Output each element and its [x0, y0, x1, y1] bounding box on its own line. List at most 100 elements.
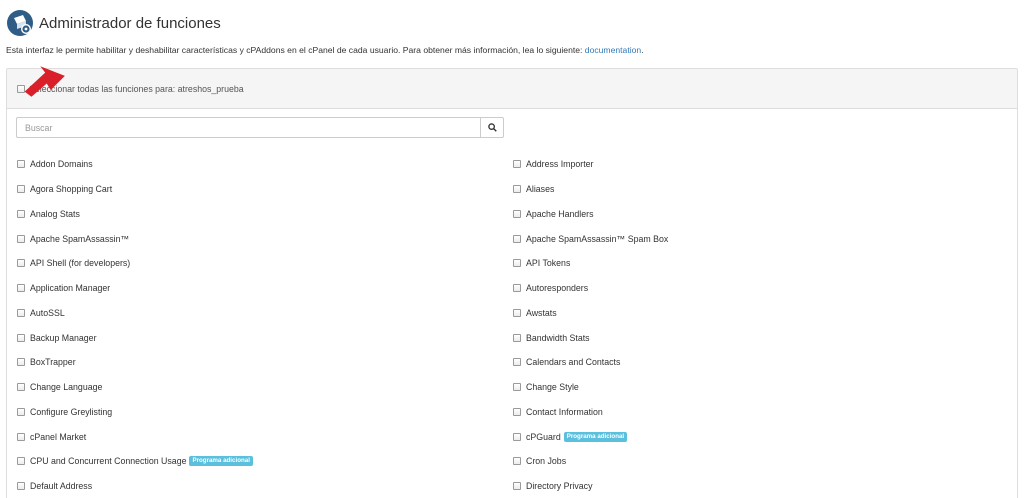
feature-label: API Shell (for developers) [30, 258, 131, 269]
feature-item[interactable]: Analog Stats [17, 202, 253, 227]
feature-label: Change Language [30, 382, 103, 393]
feature-checkbox[interactable] [513, 407, 521, 416]
feature-checkbox[interactable] [17, 457, 25, 466]
page-description: Esta interfaz le permite habilitar y des… [6, 45, 644, 55]
feature-checkbox[interactable] [513, 482, 521, 491]
feature-label: AutoSSL [30, 307, 65, 318]
feature-item[interactable]: Change Language [17, 375, 253, 400]
feature-label: Awstats [526, 307, 557, 318]
feature-label: Bandwidth Stats [526, 332, 590, 343]
feature-item[interactable]: Contact Information [513, 400, 668, 425]
feature-label: Autoresponders [526, 283, 589, 294]
feature-checkbox[interactable] [513, 284, 521, 293]
feature-label: Configure Greylisting [30, 406, 113, 417]
feature-checkbox[interactable] [17, 482, 25, 491]
feature-checkbox[interactable] [513, 308, 521, 317]
feature-item[interactable]: Configure Greylisting [17, 400, 253, 425]
feature-item[interactable]: CPU and Concurrent Connection Usage Progr… [17, 449, 253, 474]
feature-checkbox[interactable] [513, 457, 521, 466]
features-panel: Seleccionar todas las funciones para: at… [6, 68, 1018, 498]
feature-item[interactable]: Application Manager [17, 276, 253, 301]
feature-manager-icon [6, 9, 34, 37]
addon-badge: Programa adicional [563, 431, 628, 442]
select-all-row: Seleccionar todas las funciones para: at… [7, 69, 1017, 109]
feature-label: Analog Stats [30, 208, 80, 219]
feature-checkbox[interactable] [17, 432, 25, 441]
page-header: Administrador de funciones [6, 8, 221, 38]
page-title: Administrador de funciones [39, 14, 221, 32]
feature-item[interactable]: Calendars and Contacts [513, 350, 668, 375]
feature-label: Directory Privacy [526, 481, 593, 492]
feature-checkbox[interactable] [513, 259, 521, 268]
feature-item[interactable]: Agora Shopping Cart [17, 177, 253, 202]
feature-checkbox[interactable] [513, 234, 521, 243]
feature-checkbox[interactable] [17, 209, 25, 218]
feature-label: CPU and Concurrent Connection Usage [30, 456, 187, 467]
feature-list-left: Addon Domains Agora Shopping Cart Analog… [17, 152, 253, 498]
feature-checkbox[interactable] [17, 185, 25, 194]
feature-item[interactable]: Autoresponders [513, 276, 668, 301]
feature-label: Apache SpamAssassin™ Spam Box [526, 233, 669, 244]
feature-item[interactable]: Directory Privacy [513, 474, 668, 498]
feature-label: Calendars and Contacts [526, 357, 621, 368]
description-suffix: . [641, 45, 644, 55]
feature-item[interactable]: Cron Jobs [513, 449, 668, 474]
feature-label: BoxTrapper [30, 357, 76, 368]
search-bar [16, 117, 504, 138]
feature-checkbox[interactable] [513, 358, 521, 367]
feature-manager-page: Administrador de funciones Esta interfaz… [0, 0, 1024, 498]
feature-label: cPGuard [526, 431, 561, 442]
search-icon [487, 123, 497, 132]
feature-checkbox[interactable] [17, 308, 25, 317]
feature-item[interactable]: Bandwidth Stats [513, 325, 668, 350]
feature-checkbox[interactable] [17, 358, 25, 367]
feature-label: Addon Domains [30, 159, 93, 170]
feature-checkbox[interactable] [513, 333, 521, 342]
annotation-arrow-icon [24, 66, 65, 97]
feature-item[interactable]: Apache SpamAssassin™ Spam Box [513, 226, 668, 251]
feature-checkbox[interactable] [17, 160, 25, 169]
feature-item[interactable]: Backup Manager [17, 325, 253, 350]
feature-label: Contact Information [526, 406, 603, 417]
feature-checkbox[interactable] [17, 333, 25, 342]
feature-label: Apache Handlers [526, 208, 594, 219]
feature-label: Aliases [526, 184, 555, 195]
feature-checkbox[interactable] [17, 284, 25, 293]
feature-checkbox[interactable] [17, 259, 25, 268]
feature-item[interactable]: BoxTrapper [17, 350, 253, 375]
feature-item[interactable]: Aliases [513, 177, 668, 202]
feature-checkbox[interactable] [17, 234, 25, 243]
feature-checkbox[interactable] [17, 383, 25, 392]
feature-item[interactable]: Default Address [17, 474, 253, 498]
feature-list-right: Address Importer Aliases Apache Handlers… [513, 152, 668, 498]
feature-item[interactable]: API Shell (for developers) [17, 251, 253, 276]
feature-item[interactable]: cPGuard Programa adicional [513, 424, 668, 449]
feature-item[interactable]: Addon Domains [17, 152, 253, 177]
feature-label: Backup Manager [30, 332, 97, 343]
feature-label: Address Importer [526, 159, 594, 170]
feature-item[interactable]: Apache SpamAssassin™ [17, 226, 253, 251]
search-button[interactable] [480, 117, 504, 138]
feature-item[interactable]: API Tokens [513, 251, 668, 276]
search-input[interactable] [16, 117, 480, 138]
documentation-link[interactable]: documentation [585, 45, 641, 55]
feature-item[interactable]: AutoSSL [17, 301, 253, 326]
addon-badge: Programa adicional [189, 456, 253, 467]
feature-label: Apache SpamAssassin™ [30, 233, 130, 244]
feature-item[interactable]: Change Style [513, 375, 668, 400]
feature-checkbox[interactable] [17, 407, 25, 416]
feature-checkbox[interactable] [513, 185, 521, 194]
feature-item[interactable]: Address Importer [513, 152, 668, 177]
feature-label: Default Address [30, 481, 93, 492]
feature-checkbox[interactable] [513, 432, 521, 441]
feature-label: cPanel Market [30, 431, 87, 442]
feature-item[interactable]: cPanel Market [17, 424, 253, 449]
feature-item[interactable]: Awstats [513, 301, 668, 326]
feature-checkbox[interactable] [513, 383, 521, 392]
feature-checkbox[interactable] [513, 160, 521, 169]
feature-label: Cron Jobs [526, 456, 567, 467]
feature-checkbox[interactable] [513, 209, 521, 218]
feature-item[interactable]: Apache Handlers [513, 202, 668, 227]
feature-label: API Tokens [526, 258, 571, 269]
feature-label: Application Manager [30, 283, 111, 294]
